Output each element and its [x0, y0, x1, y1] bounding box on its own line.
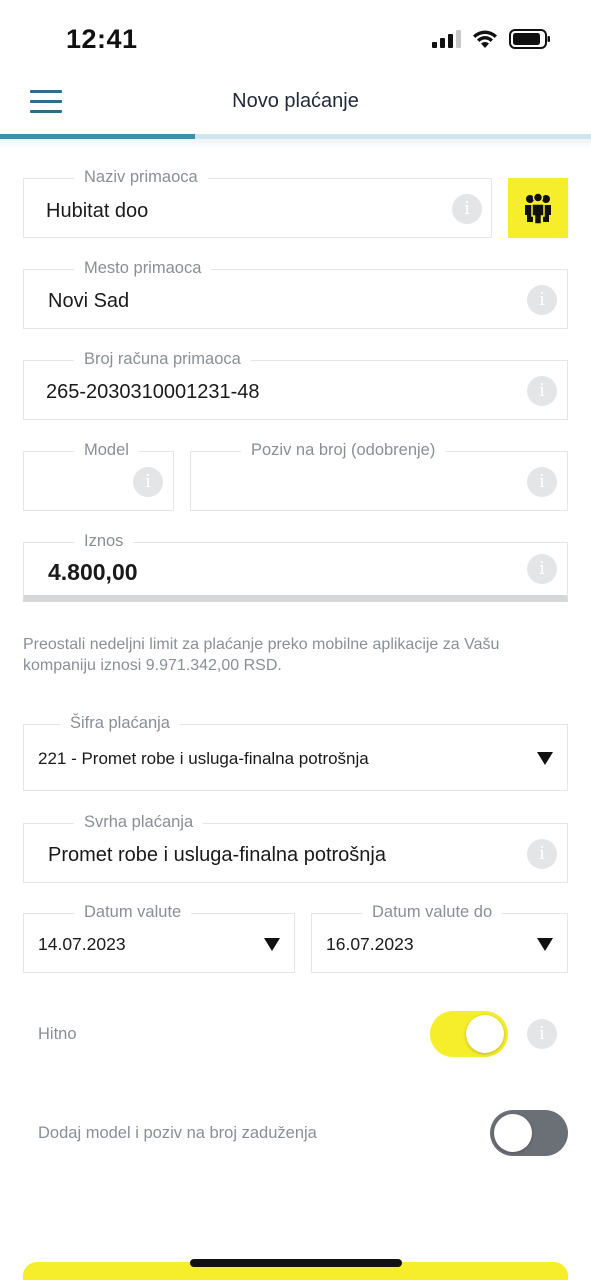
info-icon[interactable]: i	[527, 467, 557, 497]
nav-bar: Novo plaćanje	[0, 80, 591, 138]
recipient-city-label: Mesto primaoca	[74, 259, 212, 278]
reference-number-label: Poziv na broj (odobrenje)	[241, 441, 446, 460]
page-title: Novo plaćanje	[232, 90, 359, 112]
amount-label: Iznos	[74, 532, 134, 551]
value-date-to-select[interactable]: Datum valute do 16.07.2023	[311, 903, 568, 973]
header-shadow	[0, 139, 591, 149]
payment-code-select[interactable]: Šifra plaćanja 221 - Promet robe i uslug…	[23, 714, 568, 791]
info-icon[interactable]: i	[527, 1019, 557, 1049]
recipient-name-value: Hubitat doo	[46, 200, 149, 222]
recipient-account-field[interactable]: Broj računa primaoca 265-2030310001231-4…	[23, 350, 568, 420]
amount-field[interactable]: Iznos 4.800,00 i	[23, 532, 568, 602]
status-time: 12:41	[66, 24, 138, 54]
toggle-knob	[494, 1114, 532, 1152]
value-date-select[interactable]: Datum valute 14.07.2023	[23, 903, 295, 973]
people-icon	[525, 192, 551, 224]
info-icon[interactable]: i	[527, 839, 557, 869]
value-date-value: 14.07.2023	[38, 934, 126, 954]
info-icon[interactable]: i	[527, 285, 557, 315]
recipient-name-field[interactable]: Naziv primaoca Hubitat doo i	[23, 168, 492, 238]
payment-purpose-field[interactable]: Svrha plaćanja Promet robe i usluga-fina…	[23, 813, 568, 883]
info-icon[interactable]: i	[452, 194, 482, 224]
payment-code-value: 221 - Promet robe i usluga-finalna potro…	[38, 749, 369, 768]
wifi-icon	[473, 30, 497, 48]
recipient-name-label: Naziv primaoca	[74, 168, 208, 187]
payment-purpose-value: Promet robe i usluga-finalna potrošnja	[48, 844, 386, 866]
debit-model-label: Dodaj model i poziv na broj zaduženja	[38, 1124, 317, 1142]
chevron-down-icon[interactable]	[264, 938, 280, 951]
payment-purpose-label: Svrha plaćanja	[74, 813, 204, 832]
chevron-down-icon[interactable]	[537, 938, 553, 951]
reference-number-field[interactable]: Poziv na broj (odobrenje) i	[190, 441, 568, 511]
cellular-signal-icon	[432, 30, 461, 48]
urgent-label: Hitno	[38, 1025, 77, 1043]
info-icon[interactable]: i	[527, 376, 557, 406]
info-icon[interactable]: i	[527, 554, 557, 584]
recipient-city-field[interactable]: Mesto primaoca Novi Sad i	[23, 259, 568, 329]
info-icon[interactable]: i	[133, 467, 163, 497]
debit-model-toggle[interactable]	[490, 1110, 568, 1156]
amount-value: 4.800,00	[48, 559, 138, 585]
model-label: Model	[74, 441, 139, 460]
recipient-account-value: 265-2030310001231-48	[46, 381, 260, 403]
status-bar: 12:41	[0, 0, 591, 80]
payment-screen: 12:41 Novo plaćanje Naziv primaoca Hubit…	[0, 0, 591, 1280]
value-date-label: Datum valute	[74, 903, 192, 922]
recipient-city-value: Novi Sad	[48, 290, 130, 312]
recipient-account-label: Broj računa primaoca	[74, 350, 251, 369]
urgent-toggle[interactable]	[430, 1011, 508, 1057]
payment-code-label: Šifra plaćanja	[60, 714, 180, 733]
weekly-limit-note: Preostali nedeljni limit za plaćanje pre…	[23, 636, 500, 674]
model-field[interactable]: Model i	[23, 441, 174, 511]
home-indicator	[190, 1259, 402, 1267]
chevron-down-icon[interactable]	[537, 752, 553, 765]
value-date-to-value: 16.07.2023	[326, 934, 414, 954]
toggle-knob	[466, 1015, 504, 1053]
contacts-button[interactable]	[508, 178, 568, 238]
value-date-to-label: Datum valute do	[362, 903, 503, 922]
battery-icon	[509, 29, 550, 49]
